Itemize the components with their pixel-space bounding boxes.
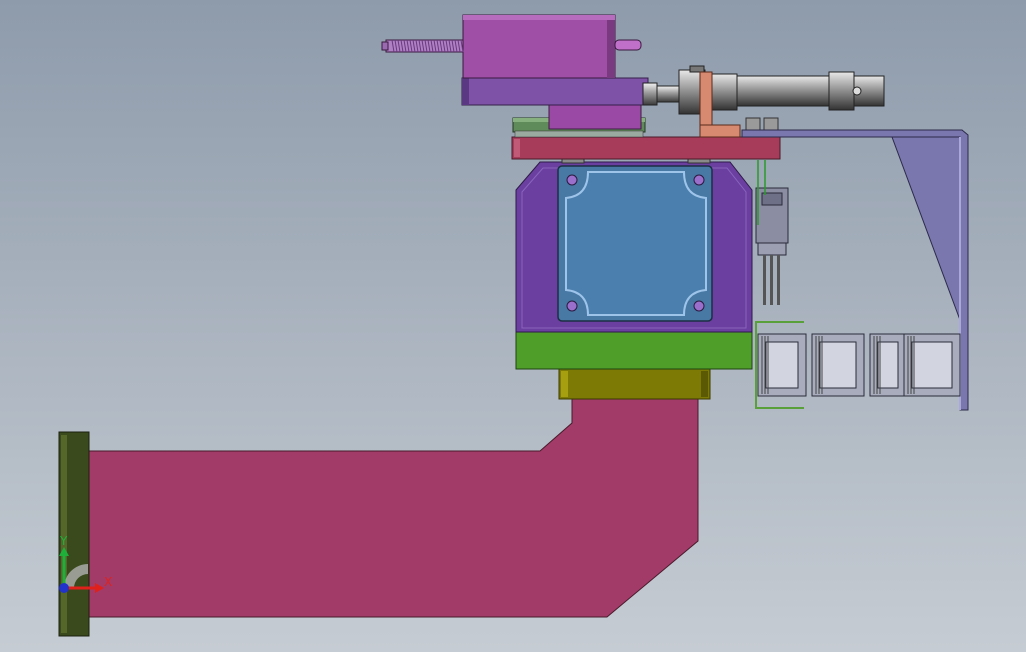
carriage-part[interactable] (548, 104, 642, 130)
cylinder-block-side (607, 20, 615, 78)
screw-hole-bl (566, 300, 578, 312)
motor-base-part[interactable] (515, 331, 753, 370)
chain-link (903, 333, 961, 397)
cylinder-base-part[interactable] (461, 77, 649, 106)
cable-chain-part[interactable] (755, 321, 961, 409)
threaded-rod-part[interactable] (381, 39, 464, 53)
gearbox-part[interactable] (558, 368, 711, 400)
chain-link (869, 333, 907, 397)
cylinder-block-top (463, 15, 615, 20)
x-axis-label: X (104, 575, 112, 589)
chain-link (811, 333, 865, 397)
slide-plate-highlight (514, 139, 520, 157)
screw-hole-tr (693, 174, 705, 186)
cad-canvas[interactable]: X Y (0, 0, 1026, 652)
motor-face-boss (565, 171, 707, 316)
screw-head (763, 117, 779, 131)
chain-link (757, 333, 807, 397)
cylinder-base-edge (462, 78, 469, 105)
slide-plate-part[interactable] (511, 136, 781, 160)
gearbox-highlight (561, 371, 568, 397)
screw-hole-br (693, 300, 705, 312)
gearbox-shade (701, 371, 708, 397)
cad-viewport[interactable]: X Y (0, 0, 1026, 652)
screw-head (745, 117, 761, 131)
pin-part[interactable] (614, 39, 642, 51)
guide-rail-lip (514, 130, 644, 138)
screw-hole-tl (566, 174, 578, 186)
cylinder-block-part[interactable] (462, 14, 616, 79)
y-axis-label: Y (59, 534, 68, 548)
z-axis-marker (59, 583, 69, 593)
